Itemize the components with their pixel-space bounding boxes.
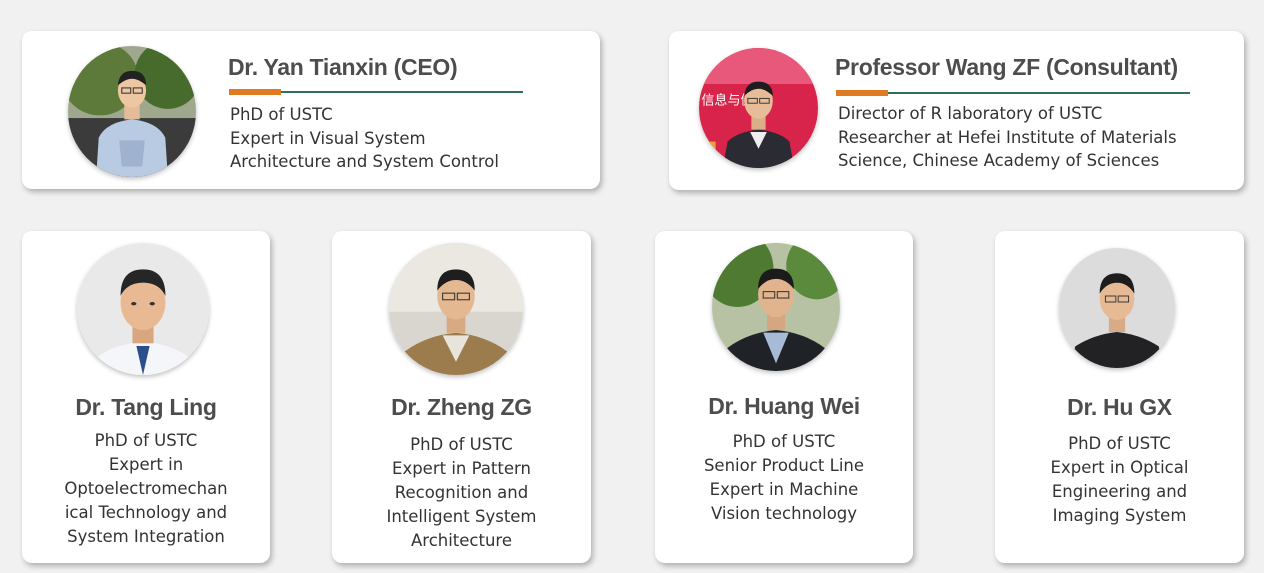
profile-card-huang-wei: Dr. Huang Wei PhD of USTC Senior Product… bbox=[655, 231, 913, 563]
title-divider-accent bbox=[229, 89, 281, 95]
description-line: PhD of USTC bbox=[230, 105, 333, 124]
description-line: PhD of USTC bbox=[410, 435, 513, 454]
description-line: Engineering and bbox=[1051, 482, 1188, 501]
description-line: Vision technology bbox=[710, 504, 858, 523]
leader-name: Professor Wang ZF (Consultant) bbox=[835, 54, 1178, 80]
title-divider bbox=[836, 92, 1190, 94]
description-line: Expert in Machine bbox=[709, 480, 859, 499]
description-line: System Integration bbox=[67, 527, 225, 546]
member-description: PhD of USTC Expert in Optical Engineerin… bbox=[995, 432, 1244, 528]
profile-card-wang-zf: 信息与健康 Professor Wang ZF (Consultant) Dir… bbox=[669, 31, 1244, 190]
profile-card-tang-ling: Dr. Tang Ling PhD of USTC Expert in Opto… bbox=[22, 231, 270, 563]
description-line: Science, Chinese Academy of Sciences bbox=[838, 151, 1160, 170]
description-line: Recognition and bbox=[394, 483, 529, 502]
avatar-wang-zf: 信息与健康 bbox=[699, 48, 818, 168]
member-name: Dr. Zheng ZG bbox=[391, 394, 532, 420]
leader-name: Dr. Yan Tianxin (CEO) bbox=[228, 54, 458, 80]
description-line: Expert in Pattern bbox=[392, 459, 531, 478]
member-description: PhD of USTC Expert in Optoelectromechan … bbox=[22, 429, 270, 549]
profile-card-hu-gx: Dr. Hu GX PhD of USTC Expert in Optical … bbox=[995, 231, 1244, 563]
leader-description: PhD of USTC Expert in Visual System Arch… bbox=[230, 103, 499, 174]
avatar-huang-wei bbox=[712, 243, 840, 371]
description-line: Optoelectromechan bbox=[64, 479, 228, 498]
description-line: PhD of USTC bbox=[1068, 434, 1171, 453]
avatar-hu-gx bbox=[1059, 248, 1175, 368]
description-line: Expert in Visual System bbox=[230, 128, 426, 148]
avatar-tang-ling bbox=[77, 243, 209, 375]
description-line: PhD of USTC bbox=[732, 432, 836, 451]
description-line: Expert in Optical bbox=[1050, 458, 1189, 477]
description-line: Imaging System bbox=[1052, 506, 1187, 525]
member-description: PhD of USTC Senior Product Line Expert i… bbox=[655, 430, 913, 526]
profile-card-yan-tianxin: Dr. Yan Tianxin (CEO) PhD of USTC Expert… bbox=[22, 31, 600, 189]
description-line: ical Technology and bbox=[64, 503, 228, 522]
leader-description: Director of R laboratory of USTC Researc… bbox=[838, 102, 1177, 173]
profile-card-zheng-zg: Dr. Zheng ZG PhD of USTC Expert in Patte… bbox=[332, 231, 591, 563]
avatar-yan-tianxin bbox=[68, 46, 196, 177]
member-name: Dr. Huang Wei bbox=[708, 393, 860, 419]
description-line: Architecture bbox=[410, 531, 512, 550]
title-divider-accent bbox=[836, 90, 888, 96]
avatar-zheng-zg bbox=[389, 243, 523, 375]
description-line: Senior Product Line bbox=[703, 456, 865, 475]
description-line: PhD of USTC bbox=[94, 431, 198, 450]
description-line: Intelligent System bbox=[386, 507, 537, 526]
description-line: Director of R laboratory of USTC bbox=[838, 104, 1103, 123]
description-line: Architecture and System Control bbox=[230, 152, 499, 171]
member-name: Dr. Hu GX bbox=[1067, 394, 1172, 420]
member-description: PhD of USTC Expert in Pattern Recognitio… bbox=[332, 433, 591, 553]
description-line: Expert in bbox=[108, 455, 184, 474]
description-line: Researcher at Hefei Institute of Materia… bbox=[838, 127, 1177, 147]
member-name: Dr. Tang Ling bbox=[75, 394, 217, 420]
